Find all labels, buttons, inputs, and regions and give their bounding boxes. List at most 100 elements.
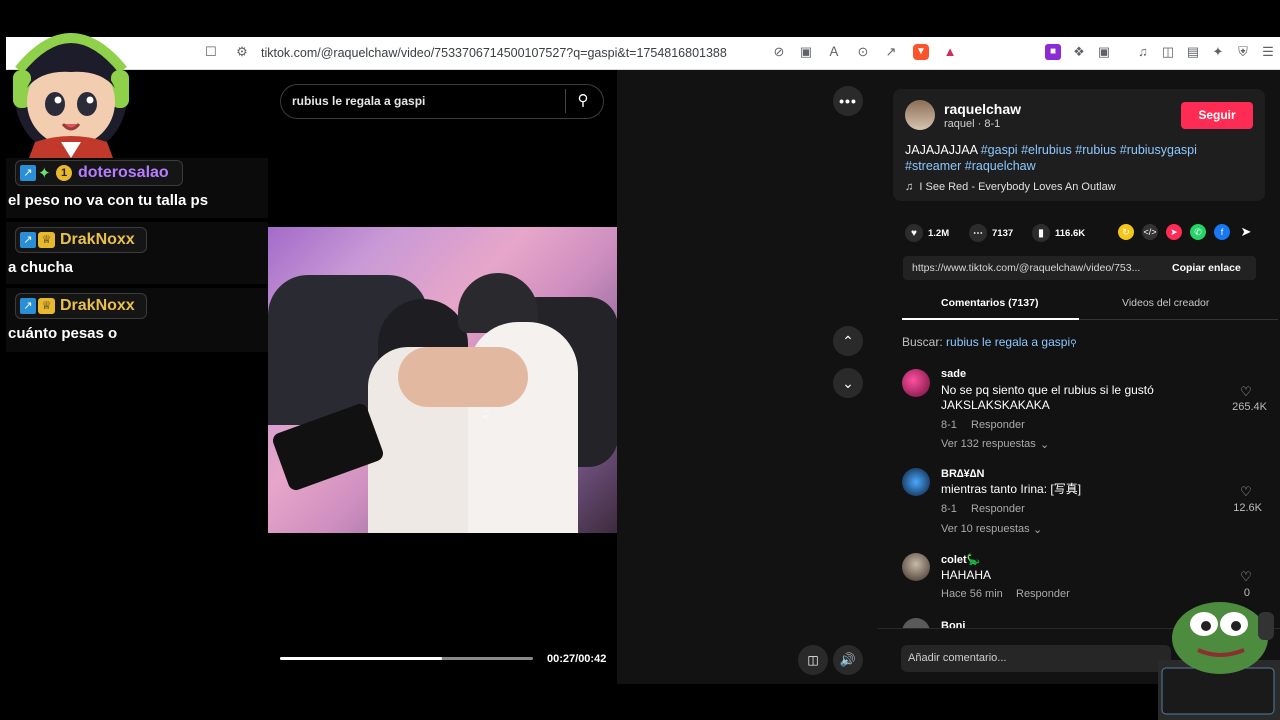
comment-date: Hace 56 min [941,588,1003,600]
chat-message-text: el peso no va con tu talla ps [8,192,209,209]
buscar-query-link[interactable]: rubius le regala a gaspi [946,335,1070,349]
hashtag-link[interactable]: #rubiusygaspi [1120,143,1197,157]
chat-username: DrakNoxx [60,297,135,314]
sparkle-badge-icon: ✦ [38,165,51,182]
hashtag-link[interactable]: #elrubius [1021,143,1072,157]
prime-badge-icon: ↗ [20,165,36,181]
pepe-overlay [1158,602,1280,720]
brave-rewards-icon[interactable]: ▲ [942,44,958,60]
video-frame[interactable] [268,227,617,533]
brave-shield-icon[interactable]: ▼ [913,44,929,60]
comment-icon[interactable]: ⋯ [969,224,987,242]
hashtag-link[interactable]: #streamer [905,159,961,173]
no-tracking-icon[interactable]: ⊘ [771,44,787,60]
more-options-icon[interactable]: ••• [833,86,863,116]
music-info[interactable]: ♫ I See Red - Everybody Loves An Outlaw [905,181,1116,193]
search-divider [565,89,566,113]
share-arrow-icon[interactable]: ➤ [1238,224,1254,240]
search-icon[interactable]: ⚲ [574,92,592,110]
vpn-icon[interactable]: ⛨ [1235,44,1251,60]
music-note-icon: ♫ [905,181,914,193]
video-link-url[interactable]: https://www.tiktok.com/@raquelchaw/video… [912,262,1140,274]
search-icon: ⚲ [1070,338,1077,348]
tab-creator-videos[interactable]: Videos del creador [1122,297,1209,309]
screen: ☐ ⚙ tiktok.com/@raquelchaw/video/7533706… [0,0,1280,720]
crown-badge-icon: ♕ [38,298,55,314]
bookmark-icon[interactable]: ☐ [203,44,219,60]
chat-message-text: cuánto pesas o [8,325,118,342]
heart-icon[interactable]: ♥ [905,224,923,242]
bookmark-icon[interactable]: ▮ [1032,224,1050,242]
hashtag-link[interactable]: #raquelchaw [965,159,1036,173]
reply-button[interactable]: Responder [971,503,1025,515]
comment-placeholder[interactable]: Añadir comentario... [908,652,1006,664]
reply-button[interactable]: Responder [971,419,1025,431]
comment-username[interactable]: sade [941,368,966,380]
follow-button[interactable]: Seguir [1181,102,1253,129]
cast-icon[interactable]: ▣ [798,44,814,60]
embed-icon[interactable]: </> [1142,224,1158,240]
view-replies-link[interactable]: Ver 10 respuestas [941,523,1030,535]
extension-icon[interactable]: ■ [1045,44,1061,60]
save-count: 116.6K [1055,227,1086,239]
copy-link-button[interactable]: Copiar enlace [1172,262,1241,274]
heart-icon[interactable]: ♡ [1236,569,1256,585]
tab-active-underline [902,318,1079,320]
address-bar[interactable]: tiktok.com/@raquelchaw/video/75337067145… [261,44,727,62]
chevron-down-icon[interactable]: ⌄ [833,368,863,398]
picture-in-picture-icon[interactable]: ◫ [798,645,828,675]
send-icon[interactable]: ➤ [1166,224,1182,240]
share-page-icon[interactable]: ↗ [883,44,899,60]
wallet-icon[interactable]: ▤ [1185,44,1201,60]
buscar-label: Buscar: [902,335,943,349]
comment-avatar[interactable] [902,369,930,397]
extensions-puzzle-icon[interactable]: ❖ [1071,44,1087,60]
comment-date: 8-1 [941,503,957,515]
comment-stat[interactable]: ⋯ 7137 [969,224,1013,242]
view-replies-link[interactable]: Ver 132 respuestas [941,438,1036,450]
heart-icon[interactable]: ♡ [1236,384,1256,400]
menu-icon[interactable]: ☰ [1260,44,1276,60]
comment-text-line2: JAKSLAKSKAKAKA [941,398,1050,412]
creator-subline: raquel · 8-1 [944,118,1001,130]
comment-username[interactable]: colet🦕 [941,553,980,566]
person-arms [398,347,528,407]
video-progress-fill [280,657,442,660]
comment-avatar[interactable] [902,553,930,581]
save-stat[interactable]: ▮ 116.6K [1032,224,1085,242]
comment-likes: 12.6K [1233,502,1262,514]
screenshot-icon[interactable]: ▣ [1096,44,1112,60]
translate-icon[interactable]: Ａ [826,44,842,60]
caption-text: JAJAJAJJAA [905,143,978,157]
chevron-up-icon[interactable]: ⌃ [833,326,863,356]
comment-likes: 265.4K [1232,401,1267,413]
tab-comments[interactable]: Comentarios (7137) [941,297,1038,309]
like-stat[interactable]: ♥ 1.2M [905,224,949,242]
prime-badge-icon: ↗ [20,232,36,248]
zoom-out-icon[interactable]: ⊙ [855,44,871,60]
hashtag-link[interactable]: #gaspi [981,143,1018,157]
reply-button[interactable]: Responder [1016,588,1070,600]
chevron-down-icon[interactable]: ⌄ [1040,438,1049,451]
facebook-icon[interactable]: f [1214,224,1230,240]
chat-message-text: a chucha [8,259,74,276]
heart-icon[interactable]: ♡ [1236,484,1256,500]
repost-icon[interactable]: ↻ [1118,224,1134,240]
comment-username[interactable]: BR∆¥∆N [941,468,984,480]
sidebar-icon[interactable]: ◫ [1160,44,1176,60]
media-icon[interactable]: ♫ [1135,44,1151,60]
volume-icon[interactable]: 🔊 [833,645,863,675]
whatsapp-icon[interactable]: ✆ [1190,224,1206,240]
prime-badge-icon: ↗ [20,298,36,314]
creator-avatar[interactable] [905,100,935,130]
chevron-down-icon[interactable]: ⌄ [1033,523,1042,536]
comment-search-hint: Buscar: rubius le regala a gaspi⚲ [902,335,1077,349]
ai-icon[interactable]: ✦ [1210,44,1226,60]
hashtag-link[interactable]: #rubius [1075,143,1116,157]
music-title[interactable]: I See Red - Everybody Loves An Outlaw [919,181,1115,193]
comment-text: No se pq siento que el rubius si le gust… [941,383,1154,397]
creator-username[interactable]: raquelchaw [944,101,1021,117]
site-settings-icon[interactable]: ⚙ [234,44,250,60]
search-query-text[interactable]: rubius le regala a gaspi [292,94,425,108]
comment-avatar[interactable] [902,468,930,496]
